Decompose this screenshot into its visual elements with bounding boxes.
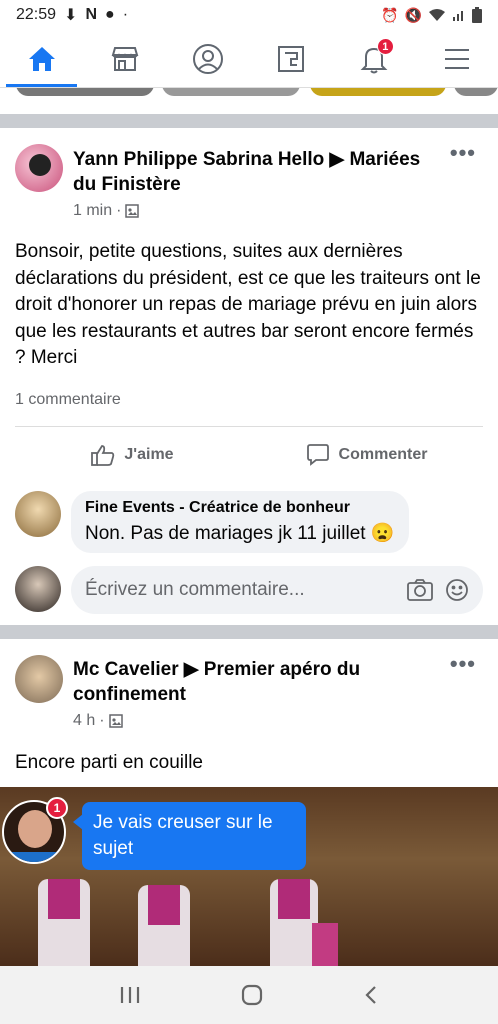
comment-label: Commenter <box>338 445 428 463</box>
tab-notifications[interactable]: 1 <box>332 30 415 87</box>
tab-home[interactable] <box>0 30 83 87</box>
facebook-status-icon: ● <box>105 6 115 23</box>
pages-icon <box>277 45 304 72</box>
post-card: Yann Philippe Sabrina Hello ▶ Mariées du… <box>0 128 498 618</box>
wifi-icon <box>429 9 445 21</box>
back-icon[interactable] <box>363 984 379 1006</box>
feed-separator <box>0 625 498 639</box>
commenter-name[interactable]: Fine Events - Créatrice de bonheur <box>85 499 395 517</box>
author-name[interactable]: Mc Cavelier <box>73 659 179 680</box>
profile-icon <box>192 43 223 74</box>
like-button[interactable]: J'aime <box>15 443 249 467</box>
home-icon <box>28 46 55 71</box>
emoji-icon[interactable] <box>445 578 469 602</box>
post-actions: J'aime Commenter <box>15 426 483 482</box>
comment-item: Fine Events - Créatrice de bonheur Non. … <box>15 491 409 553</box>
user-avatar[interactable] <box>15 566 61 612</box>
comment-input[interactable]: Écrivez un commentaire... <box>71 566 483 614</box>
author-avatar[interactable] <box>15 655 63 703</box>
post-meta: 1 min · <box>73 202 140 220</box>
post-time[interactable]: 4 h <box>73 712 95 730</box>
home-button-icon[interactable] <box>240 983 264 1007</box>
post-options-button[interactable]: ••• <box>450 140 476 166</box>
thumbs-up-icon <box>91 444 115 466</box>
commenter-avatar[interactable] <box>15 491 61 537</box>
status-bar: 22:59 ⬇ N ● · ⏰ 🔇 <box>0 0 498 30</box>
mute-icon: 🔇 <box>404 6 422 23</box>
post-text: Encore parti en couille <box>15 752 203 773</box>
chat-message-preview[interactable]: Je vais creuser sur le sujet <box>73 802 306 870</box>
post-meta: 4 h · <box>73 712 123 730</box>
post-options-button[interactable]: ••• <box>450 651 476 677</box>
comment-bubble[interactable]: Fine Events - Créatrice de bonheur Non. … <box>71 491 409 553</box>
post-text: Bonsoir, petite questions, suites aux de… <box>15 241 481 368</box>
post-card: Mc Cavelier ▶ Premier apéro du confineme… <box>0 639 498 787</box>
comment-text: Non. Pas de mariages jk 11 juillet 😦 <box>85 523 395 544</box>
camera-icon[interactable] <box>407 579 433 601</box>
notification-badge: 1 <box>376 38 394 55</box>
comment-icon <box>306 443 329 466</box>
post-time[interactable]: 1 min <box>73 202 112 220</box>
tab-pages[interactable] <box>249 30 332 87</box>
comment-placeholder: Écrivez un commentaire... <box>85 579 305 600</box>
chat-head-badge: 1 <box>46 797 68 819</box>
comment-composer-row: Écrivez un commentaire... <box>15 566 483 614</box>
post-author[interactable]: Yann Philippe Sabrina Hello ▶ Mariées du… <box>73 147 443 197</box>
download-icon: ⬇ <box>64 7 78 24</box>
like-label: J'aime <box>124 445 174 463</box>
recent-apps-icon[interactable] <box>119 985 141 1005</box>
top-navigation: 1 <box>0 30 498 88</box>
tab-profile[interactable] <box>166 30 249 87</box>
stories-strip[interactable] <box>0 88 498 102</box>
dot-icon: · <box>122 6 129 23</box>
tab-marketplace[interactable] <box>83 30 166 87</box>
author-avatar[interactable] <box>15 144 63 192</box>
post-author[interactable]: Mc Cavelier ▶ Premier apéro du confineme… <box>73 657 443 707</box>
menu-icon <box>444 48 469 69</box>
signal-icon <box>453 11 463 21</box>
comment-count[interactable]: 1 commentaire <box>15 391 121 409</box>
feed-separator <box>0 114 498 128</box>
battery-icon <box>472 7 482 23</box>
system-nav-bar <box>0 966 498 1024</box>
group-privacy-icon <box>108 714 123 728</box>
store-icon <box>111 46 138 71</box>
group-privacy-icon <box>125 204 140 218</box>
tab-menu[interactable] <box>415 30 498 87</box>
comment-button[interactable]: Commenter <box>249 443 483 467</box>
nfc-icon: N <box>85 6 98 23</box>
alarm-icon: ⏰ <box>381 6 399 23</box>
status-time: 22:59 <box>16 6 57 23</box>
